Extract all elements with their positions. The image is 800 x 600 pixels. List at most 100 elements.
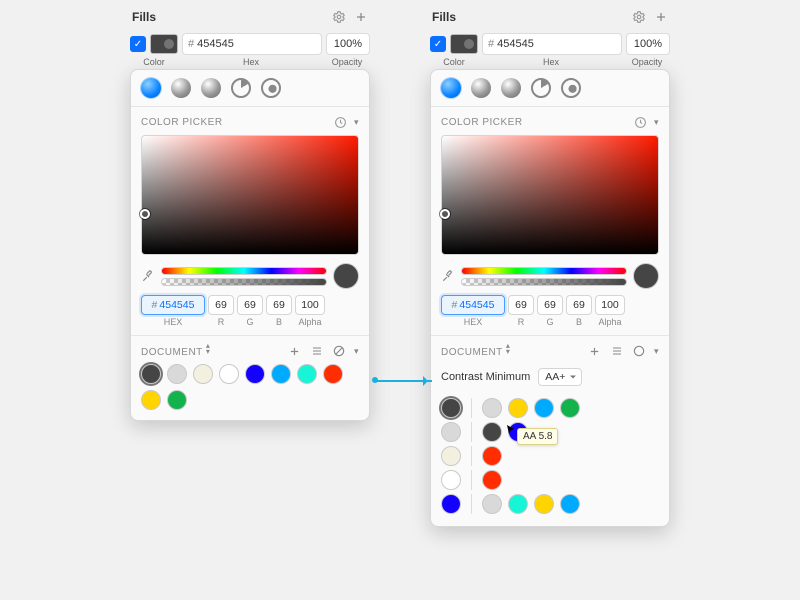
gear-icon[interactable] [332,10,346,24]
document-heading: DOCUMENT ▴▾ ▾ [431,335,669,362]
g-input[interactable]: 69 [537,295,563,315]
color-picker-heading: COLOR PICKER ▾ [131,107,369,133]
bg-swatch[interactable] [441,470,461,490]
contrast-select[interactable]: AA+ [538,368,582,386]
fill-enabled-checkbox[interactable]: ✓ [430,36,446,52]
mode-solid[interactable] [141,78,161,98]
color-preview [333,263,359,289]
collapse-icon[interactable]: ▾ [654,117,659,128]
swatch-dot[interactable] [193,364,213,384]
contrast-off-icon[interactable] [332,344,346,358]
eyedropper-icon[interactable] [441,269,455,283]
hue-slider[interactable] [461,267,627,275]
fill-enabled-checkbox[interactable]: ✓ [130,36,146,52]
mode-image[interactable] [561,78,581,98]
bg-swatch[interactable] [441,494,461,514]
mode-linear[interactable] [471,78,491,98]
fg-swatch[interactable] [560,494,580,514]
list-icon[interactable] [610,344,624,358]
history-icon[interactable] [334,115,348,129]
color-popover: COLOR PICKER ▾ #454545 69 69 [130,69,370,421]
color-preview [633,263,659,289]
swatch-dot[interactable] [167,364,187,384]
color-handle[interactable] [140,209,150,219]
document-heading: DOCUMENT ▴▾ ▾ [131,335,369,362]
color-handle[interactable] [440,209,450,219]
doc-collapse-icon[interactable]: ▾ [354,346,359,357]
fg-swatch[interactable] [534,398,554,418]
hex-input[interactable]: #454545 [141,295,205,315]
mode-radial[interactable] [501,78,521,98]
contrast-on-icon[interactable] [632,344,646,358]
fill-swatch[interactable] [150,34,178,54]
fg-swatch[interactable] [508,494,528,514]
swatch-dot[interactable] [245,364,265,384]
fg-swatch[interactable] [482,470,502,490]
sort-icon[interactable]: ▴▾ [506,343,511,355]
fill-mode-row [431,70,669,107]
fills-header: Fills [430,6,670,28]
mode-angular[interactable] [531,78,551,98]
fg-swatch[interactable] [482,422,502,442]
arrow-connector [376,380,432,382]
gear-icon[interactable] [632,10,646,24]
fg-swatch[interactable] [560,398,580,418]
alpha-slider[interactable] [161,278,327,286]
add-fill-icon[interactable] [354,10,368,24]
mode-solid[interactable] [441,78,461,98]
mode-angular[interactable] [231,78,251,98]
swatch-dot[interactable] [141,364,161,384]
fill-row: ✓ #454545 100% [430,32,670,56]
alpha-input[interactable]: 100 [595,295,625,315]
slider-row [431,263,669,295]
fg-swatch[interactable] [534,494,554,514]
bg-swatch[interactable] [441,422,461,442]
fill-hex-input[interactable]: #454545 [482,33,622,55]
fg-swatch[interactable] [482,494,502,514]
add-swatch-icon[interactable] [288,344,302,358]
color-picker-heading: COLOR PICKER ▾ [431,107,669,133]
alpha-slider[interactable] [461,278,627,286]
alpha-input[interactable]: 100 [295,295,325,315]
b-input[interactable]: 69 [566,295,592,315]
swatch-dot[interactable] [271,364,291,384]
fg-swatch[interactable] [482,398,502,418]
fills-title: Fills [432,10,456,24]
slider-row [131,263,369,295]
bg-swatch[interactable] [441,446,461,466]
swatch-dot[interactable] [219,364,239,384]
mode-linear[interactable] [171,78,191,98]
color-values: #454545 69 69 69 100 [431,295,669,317]
doc-collapse-icon[interactable]: ▾ [654,346,659,357]
fill-hex-input[interactable]: # 454545 [182,33,322,55]
hue-slider[interactable] [161,267,327,275]
bg-swatch[interactable] [441,398,461,418]
r-input[interactable]: 69 [508,295,534,315]
swatch-dot[interactable] [323,364,343,384]
b-input[interactable]: 69 [266,295,292,315]
swatch-dot[interactable] [297,364,317,384]
cursor-icon [505,424,517,436]
fill-opacity-input[interactable]: 100% [626,33,670,55]
color-canvas[interactable] [141,135,359,255]
fg-swatch[interactable] [508,398,528,418]
color-canvas[interactable] [441,135,659,255]
mode-radial[interactable] [201,78,221,98]
fg-swatch[interactable] [482,446,502,466]
eyedropper-icon[interactable] [141,269,155,283]
g-input[interactable]: 69 [237,295,263,315]
add-swatch-icon[interactable] [588,344,602,358]
fill-swatch[interactable] [450,34,478,54]
fill-row: ✓ # 454545 100% [130,32,370,56]
list-icon[interactable] [310,344,324,358]
swatch-dot[interactable] [167,390,187,410]
collapse-icon[interactable]: ▾ [354,117,359,128]
mode-image[interactable] [261,78,281,98]
add-fill-icon[interactable] [654,10,668,24]
fill-opacity-input[interactable]: 100% [326,33,370,55]
sort-icon[interactable]: ▴▾ [206,343,211,355]
swatch-dot[interactable] [141,390,161,410]
history-icon[interactable] [634,115,648,129]
r-input[interactable]: 69 [208,295,234,315]
hex-input[interactable]: #454545 [441,295,505,315]
